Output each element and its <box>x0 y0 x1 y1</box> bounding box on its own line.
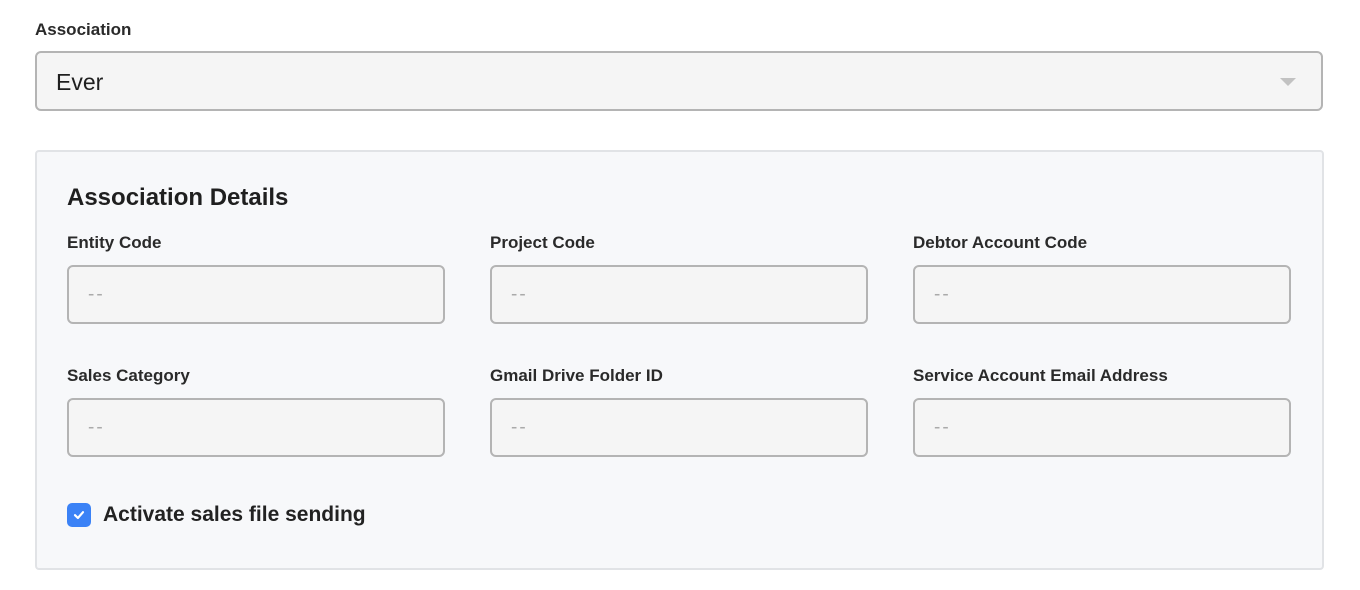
gmail-drive-folder-id-field: Gmail Drive Folder ID <box>490 365 868 457</box>
activate-sales-file-sending-row: Activate sales file sending <box>67 502 366 528</box>
entity-code-input-box <box>67 265 445 324</box>
project-code-input[interactable] <box>492 267 866 322</box>
association-select[interactable]: Ever <box>35 51 1323 111</box>
gmail-drive-folder-id-input-box <box>490 398 868 457</box>
check-icon <box>73 511 85 520</box>
sales-category-label: Sales Category <box>67 366 190 385</box>
gmail-drive-folder-id-input[interactable] <box>492 400 866 455</box>
debtor-account-code-input[interactable] <box>915 267 1289 322</box>
entity-code-label: Entity Code <box>67 233 162 252</box>
debtor-account-code-label: Debtor Account Code <box>913 233 1088 252</box>
sales-category-input-box <box>67 398 445 457</box>
sales-category-field: Sales Category <box>67 365 445 457</box>
project-code-field: Project Code <box>490 232 868 324</box>
entity-code-field: Entity Code <box>67 232 445 324</box>
project-code-input-box <box>490 265 868 324</box>
association-label: Association <box>35 20 132 39</box>
chevron-down-icon <box>1280 78 1296 86</box>
association-details-panel: Association Details Entity Code Project … <box>35 150 1324 570</box>
service-account-email-label: Service Account Email Address <box>913 366 1168 385</box>
service-account-email-input-box <box>913 398 1291 457</box>
sales-category-input[interactable] <box>69 400 443 455</box>
service-account-email-field: Service Account Email Address <box>913 365 1291 457</box>
debtor-account-code-input-box <box>913 265 1291 324</box>
activate-sales-file-sending-label[interactable]: Activate sales file sending <box>103 502 366 528</box>
association-form: Association Ever Association Details Ent… <box>0 0 1360 590</box>
panel-title: Association Details <box>67 184 289 211</box>
debtor-account-code-field: Debtor Account Code <box>913 232 1291 324</box>
service-account-email-input[interactable] <box>915 400 1289 455</box>
entity-code-input[interactable] <box>69 267 443 322</box>
activate-sales-file-sending-checkbox[interactable] <box>67 503 91 527</box>
gmail-drive-folder-id-label: Gmail Drive Folder ID <box>490 366 663 385</box>
project-code-label: Project Code <box>490 233 595 252</box>
association-selected-value: Ever <box>56 69 104 95</box>
